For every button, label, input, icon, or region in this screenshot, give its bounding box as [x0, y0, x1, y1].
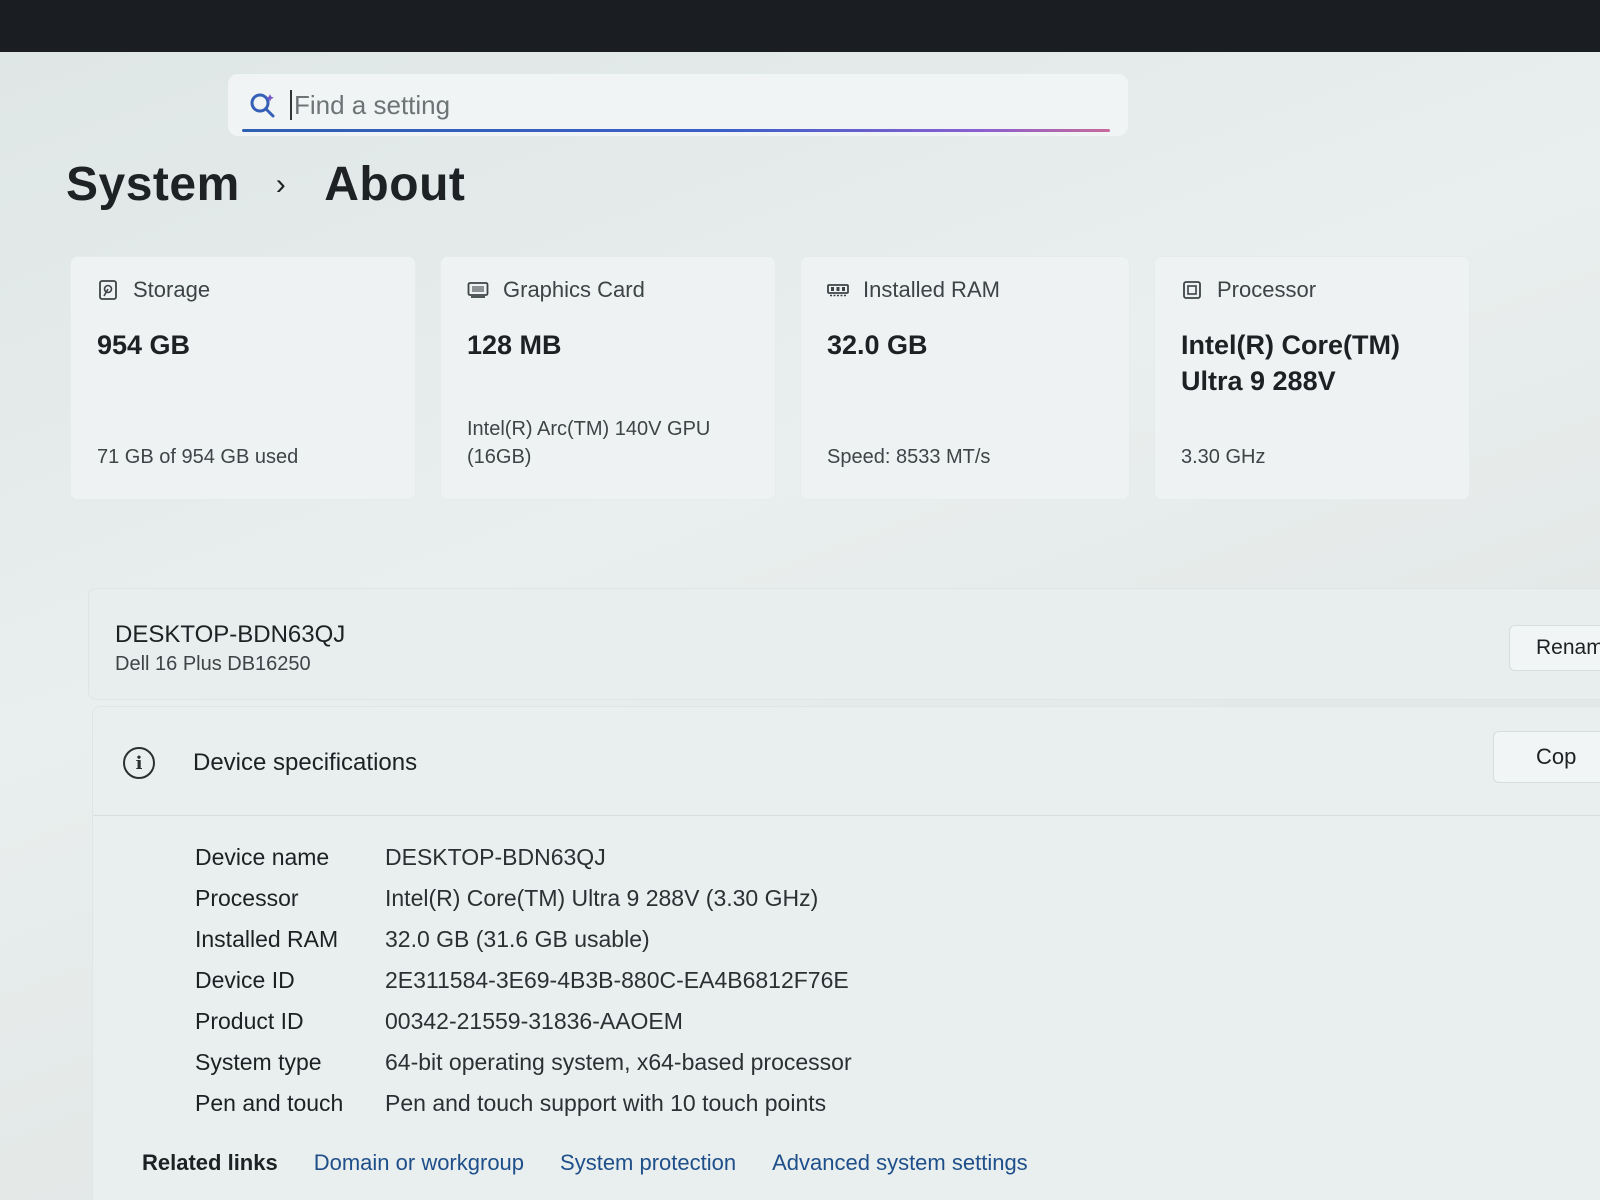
related-links: Related links Domain or workgroup System… [142, 1150, 1064, 1176]
settings-window: System › About Storage 954 GB 71 GB of 9… [0, 52, 1600, 1200]
card-processor[interactable]: Processor Intel(R) Core(TM) Ultra 9 288V… [1154, 256, 1470, 500]
breadcrumb: System › About [66, 157, 465, 212]
spec-label: Processor [195, 885, 299, 911]
spec-label: System type [195, 1049, 322, 1075]
storage-icon [97, 280, 119, 300]
spec-value: Pen and touch support with 10 touch poin… [385, 1090, 827, 1116]
spec-value: Intel(R) Core(TM) Ultra 9 288V (3.30 GHz… [385, 885, 819, 911]
card-graphics[interactable]: Graphics Card 128 MB Intel(R) Arc(TM) 14… [440, 256, 776, 500]
search-input[interactable] [294, 89, 1054, 121]
card-subtitle: Intel(R) Arc(TM) 140V GPU (16GB) [467, 418, 711, 468]
card-value: 128 MB [467, 330, 562, 360]
text-caret [290, 90, 292, 120]
card-ram[interactable]: Installed RAM 32.0 GB Speed: 8533 MT/s [800, 256, 1130, 500]
card-value: Intel(R) Core(TM) Ultra 9 288V [1181, 330, 1400, 396]
link-system-protection[interactable]: System protection [560, 1150, 736, 1176]
spec-table: Device name DESKTOP-BDN63QJ Processor In… [195, 837, 852, 1124]
spec-row-processor: Processor Intel(R) Core(TM) Ultra 9 288V… [195, 878, 852, 919]
card-title: Graphics Card [503, 277, 645, 302]
spec-row-pen-and-touch: Pen and touch Pen and touch support with… [195, 1083, 852, 1124]
device-name: DESKTOP-BDN63QJ [115, 621, 346, 648]
spec-row-device-name: Device name DESKTOP-BDN63QJ [195, 837, 852, 878]
device-banner: DESKTOP-BDN63QJ Dell 16 Plus DB16250 Ren… [88, 588, 1600, 700]
card-value: 954 GB [97, 330, 191, 360]
processor-icon [1181, 280, 1203, 300]
rename-button[interactable]: Renam [1509, 625, 1600, 671]
spec-row-installed-ram: Installed RAM 32.0 GB (31.6 GB usable) [195, 919, 852, 960]
chevron-right-icon: › [275, 167, 287, 201]
spec-value: 00342-21559-31836-AAOEM [385, 1008, 683, 1034]
spec-value: 32.0 GB (31.6 GB usable) [385, 926, 650, 952]
spec-label: Product ID [195, 1008, 304, 1034]
graphics-card-icon [467, 280, 489, 300]
search-icon [246, 88, 280, 122]
search-focus-underline [242, 129, 1110, 132]
related-links-title: Related links [142, 1150, 278, 1175]
spec-row-product-id: Product ID 00342-21559-31836-AAOEM [195, 1001, 852, 1042]
card-subtitle: Speed: 8533 MT/s [827, 446, 991, 468]
spec-value: 2E311584-3E69-4B3B-880C-EA4B6812F76E [385, 967, 849, 993]
spec-label: Installed RAM [195, 926, 339, 952]
card-subtitle: 71 GB of 954 GB used [97, 446, 299, 468]
spec-label: Device ID [195, 967, 295, 993]
spec-label: Pen and touch [195, 1090, 344, 1116]
ram-icon [827, 280, 849, 300]
link-domain-or-workgroup[interactable]: Domain or workgroup [314, 1150, 524, 1176]
spec-label: Device name [195, 844, 330, 870]
spec-row-system-type: System type 64-bit operating system, x64… [195, 1042, 852, 1083]
spec-value: DESKTOP-BDN63QJ [385, 844, 606, 870]
copy-button[interactable]: Cop [1493, 731, 1600, 783]
card-title: Processor [1217, 277, 1317, 302]
divider [93, 815, 1600, 816]
card-value: 32.0 GB [827, 330, 928, 360]
breadcrumb-system[interactable]: System [66, 157, 240, 212]
device-model: Dell 16 Plus DB16250 [115, 653, 311, 675]
device-specifications-panel: i Device specifications Cop Device name … [92, 706, 1600, 1200]
link-advanced-system-settings[interactable]: Advanced system settings [772, 1150, 1028, 1176]
card-title: Storage [133, 277, 211, 302]
page-title: About [324, 158, 466, 211]
spec-value: 64-bit operating system, x64-based proce… [385, 1049, 852, 1075]
card-storage[interactable]: Storage 954 GB 71 GB of 954 GB used [70, 256, 416, 500]
specs-header[interactable]: i Device specifications [123, 747, 417, 779]
spec-row-device-id: Device ID 2E311584-3E69-4B3B-880C-EA4B68… [195, 960, 852, 1001]
info-icon: i [123, 747, 155, 779]
specs-title: Device specifications [193, 749, 418, 776]
spec-cards: Storage 954 GB 71 GB of 954 GB used Grap… [70, 256, 1510, 506]
search-box[interactable] [228, 74, 1128, 136]
card-title: Installed RAM [863, 277, 1000, 302]
card-subtitle: 3.30 GHz [1181, 446, 1266, 468]
